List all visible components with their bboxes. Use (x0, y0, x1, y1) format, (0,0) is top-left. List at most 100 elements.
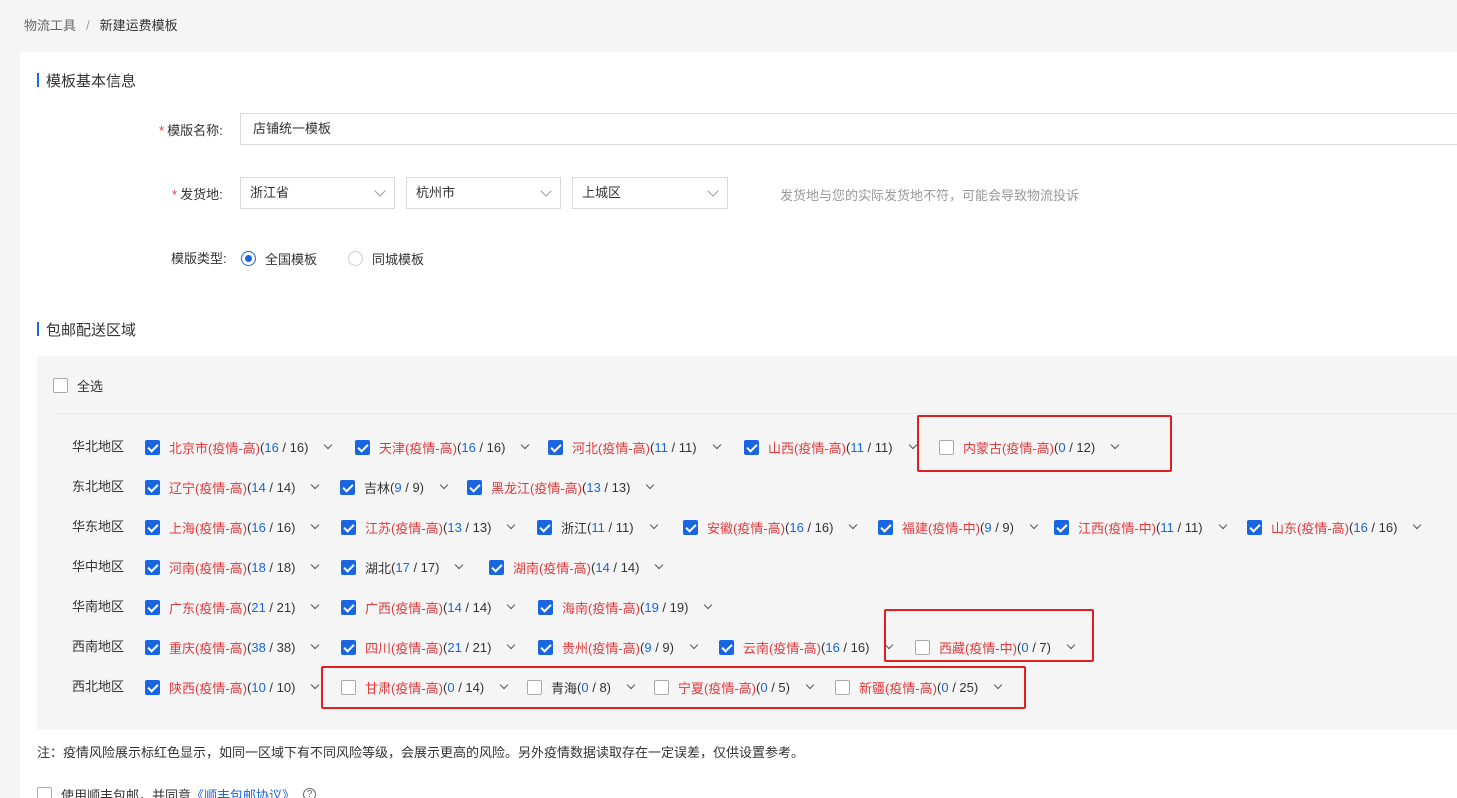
province-item[interactable]: 江苏(疫情-高) (13 / 13) (341, 517, 516, 537)
selected-count: 14 (595, 559, 610, 575)
radio-local[interactable] (348, 251, 364, 266)
chevron-down-icon[interactable] (1029, 520, 1039, 530)
province-item[interactable]: 吉林 (9 / 9) (340, 477, 449, 497)
radio-national[interactable] (241, 251, 256, 266)
chevron-down-icon[interactable] (521, 440, 530, 450)
province-count: (16 / 16) (1349, 519, 1398, 535)
agreement-link[interactable]: 《顺丰包邮协议》 (191, 785, 295, 798)
province-item[interactable]: 福建(疫情-中) (9 / 9) (878, 517, 1039, 537)
chevron-down-icon[interactable] (324, 440, 333, 450)
province-checkbox[interactable] (145, 599, 160, 615)
province-checkbox[interactable] (1247, 519, 1262, 535)
province-item[interactable]: 江西(疫情-中) (11 / 11) (1054, 517, 1227, 537)
chevron-down-icon[interactable] (311, 640, 320, 650)
chevron-down-icon[interactable] (507, 640, 516, 650)
province-item[interactable]: 河南(疫情-高) (18 / 18) (145, 557, 320, 577)
chevron-down-icon[interactable] (712, 440, 721, 450)
province-checkbox[interactable] (145, 639, 160, 655)
province-item[interactable]: 海南(疫情-高) (19 / 19) (538, 597, 713, 617)
province-checkbox[interactable] (341, 639, 356, 655)
province-checkbox[interactable] (683, 519, 698, 535)
province-item[interactable]: 云南(疫情-高) (16 / 16) (719, 637, 894, 657)
province-item[interactable]: 黑龙江(疫情-高) (13 / 13) (467, 477, 655, 497)
district-select[interactable]: 上城区 (572, 177, 728, 209)
province-checkbox[interactable] (538, 639, 553, 655)
province-item[interactable]: 陕西(疫情-高) (10 / 10) (145, 677, 320, 697)
province-checkbox[interactable] (145, 439, 160, 455)
province-checkbox[interactable] (719, 639, 734, 655)
province-name: 湖北 (365, 560, 392, 576)
province-item[interactable]: 湖南(疫情-高) (14 / 14) (489, 557, 664, 577)
chevron-down-icon[interactable] (908, 440, 917, 450)
agreement-checkbox[interactable] (37, 787, 52, 798)
province-count: (14 / 14) (591, 559, 640, 575)
radio-national-label[interactable]: 全国模板 (265, 249, 317, 268)
province-checkbox[interactable] (341, 599, 356, 615)
province-item[interactable]: 北京市(疫情-高) (16 / 16) (145, 437, 333, 457)
section-title-region: 包邮配送区域 (37, 319, 136, 340)
radio-local-label[interactable]: 同城模板 (372, 249, 424, 268)
province-checkbox[interactable] (537, 519, 552, 535)
province-select[interactable]: 浙江省 (240, 177, 395, 209)
province-item[interactable]: 上海(疫情-高) (16 / 16) (145, 517, 320, 537)
province-checkbox[interactable] (538, 599, 553, 615)
breadcrumb-parent-link[interactable]: 物流工具 (24, 18, 76, 33)
province-name: 安徽(疫情-高) (707, 520, 785, 536)
chevron-down-icon[interactable] (646, 480, 655, 490)
province-item[interactable]: 湖北 (17 / 17) (341, 557, 464, 577)
province-checkbox[interactable] (548, 439, 563, 455)
chevron-down-icon[interactable] (311, 600, 320, 610)
province-checkbox[interactable] (744, 439, 759, 455)
chevron-down-icon[interactable] (455, 560, 464, 570)
chevron-down-icon[interactable] (311, 520, 320, 530)
chevron-down-icon[interactable] (649, 520, 658, 530)
select-all-checkbox[interactable] (53, 378, 68, 393)
province-name: 四川(疫情-高) (365, 640, 443, 656)
province-checkbox[interactable] (341, 559, 356, 575)
province-checkbox[interactable] (467, 479, 482, 495)
chevron-down-icon[interactable] (689, 640, 699, 650)
province-checkbox[interactable] (355, 439, 370, 455)
chevron-down-icon[interactable] (1413, 520, 1422, 530)
chevron-down-icon[interactable] (507, 520, 516, 530)
region-row: 华中地区 河南(疫情-高) (18 / 18) 湖北 (17 / 17) 湖南(疫情-高)… (37, 557, 1457, 577)
chevron-down-icon[interactable] (507, 600, 516, 610)
chevron-down-icon[interactable] (1218, 520, 1227, 530)
chevron-down-icon[interactable] (311, 680, 320, 690)
template-type-radio-group: 全国模板 同城模板 (241, 249, 455, 268)
province-item[interactable]: 辽宁(疫情-高) (14 / 14) (145, 477, 320, 497)
province-checkbox[interactable] (145, 679, 160, 695)
help-icon[interactable]: ? (303, 788, 317, 798)
province-checkbox[interactable] (145, 479, 160, 495)
template-name-input[interactable]: 店铺统一模板 (240, 113, 1457, 145)
province-item[interactable]: 山东(疫情-高) (16 / 16) (1247, 517, 1422, 537)
province-item[interactable]: 广西(疫情-高) (14 / 14) (341, 597, 516, 617)
province-item[interactable]: 浙江 (11 / 11) (537, 517, 658, 537)
province-item[interactable]: 广东(疫情-高) (21 / 21) (145, 597, 320, 617)
chevron-down-icon[interactable] (704, 600, 713, 610)
chevron-down-icon[interactable] (439, 480, 449, 490)
city-select[interactable]: 杭州市 (406, 177, 561, 209)
province-item[interactable]: 四川(疫情-高) (21 / 21) (341, 637, 516, 657)
province-item[interactable]: 河北(疫情-高) (11 / 11) (548, 437, 721, 457)
province-checkbox[interactable] (145, 519, 160, 535)
region-label: 西北地区 (72, 679, 125, 694)
province-checkbox[interactable] (341, 519, 356, 535)
province-checkbox[interactable] (1054, 519, 1069, 535)
chevron-down-icon[interactable] (311, 480, 320, 490)
select-all[interactable]: 全选 (53, 376, 103, 395)
province-name: 福建(疫情-中) (902, 520, 980, 536)
province-item[interactable]: 重庆(疫情-高) (38 / 38) (145, 637, 320, 657)
province-item[interactable]: 贵州(疫情-高) (9 / 9) (538, 637, 699, 657)
province-item[interactable]: 山西(疫情-高) (11 / 11) (744, 437, 917, 457)
province-item[interactable]: 天津(疫情-高) (16 / 16) (355, 437, 530, 457)
province-checkbox[interactable] (878, 519, 893, 535)
chevron-down-icon[interactable] (311, 560, 320, 570)
chevron-down-icon[interactable] (849, 520, 858, 530)
chevron-down-icon[interactable] (655, 560, 664, 570)
province-checkbox[interactable] (145, 559, 160, 575)
selected-count: 9 (984, 519, 992, 535)
province-checkbox[interactable] (489, 559, 504, 575)
province-item[interactable]: 安徽(疫情-高) (16 / 16) (683, 517, 858, 537)
province-checkbox[interactable] (340, 479, 355, 495)
